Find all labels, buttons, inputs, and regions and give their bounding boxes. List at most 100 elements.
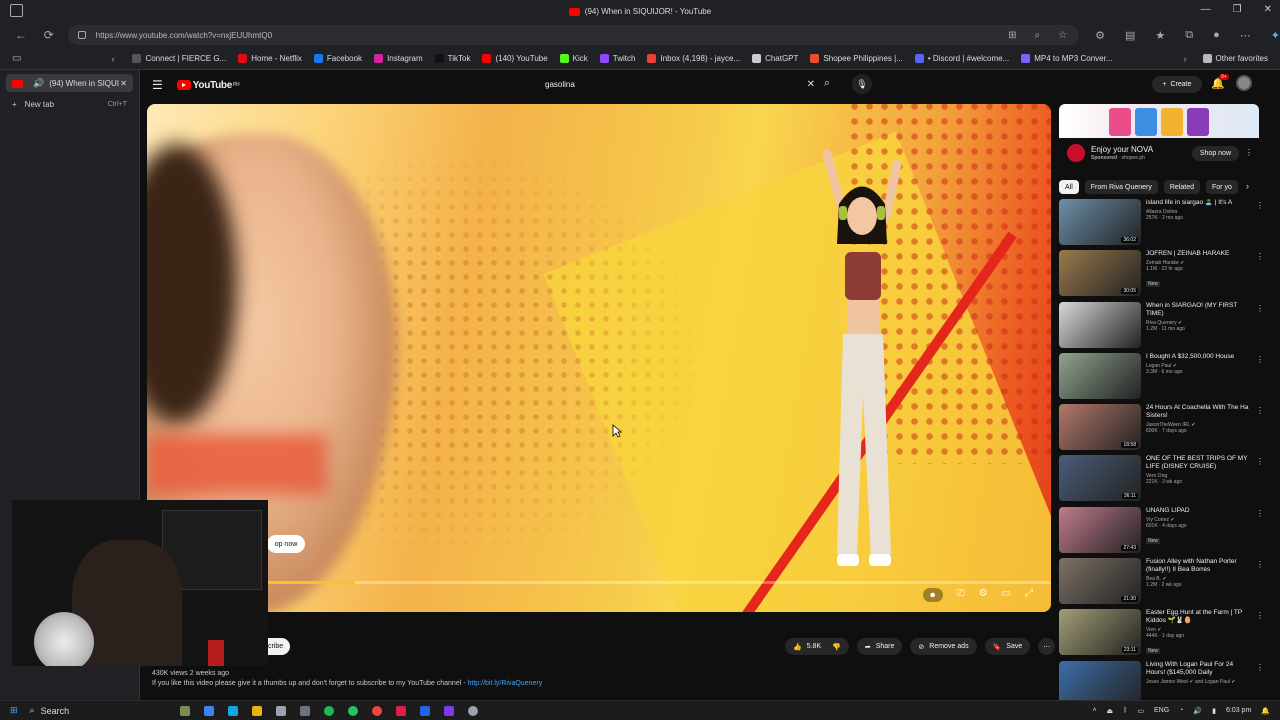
taskbar-search[interactable]: ⌕ Search: [30, 703, 150, 719]
bookmark-item[interactable]: TikTok: [434, 54, 470, 63]
windows-start-icon[interactable]: ⊞: [10, 705, 18, 716]
battery-status-icon[interactable]: ▮: [1212, 707, 1216, 715]
save-button[interactable]: 🔖 Save: [984, 638, 1031, 655]
video-thumbnail[interactable]: 36:02: [1059, 199, 1141, 245]
video-title[interactable]: I Bought A $32,500,000 House: [1146, 353, 1254, 361]
battery-icon[interactable]: ▭: [1137, 707, 1144, 715]
app-gray-icon[interactable]: [467, 705, 478, 716]
bookmark-item[interactable]: Facebook: [313, 54, 362, 63]
video-thumbnail[interactable]: [1059, 301, 1141, 348]
sponsored-ad-card[interactable]: Enjoy your NOVA Sponsored · shopee.ph Sh…: [1059, 104, 1259, 174]
video-thumbnail[interactable]: 21:30: [1059, 558, 1141, 605]
filter-chip[interactable]: All: [1059, 180, 1079, 194]
shop-now-overlay-button[interactable]: op now: [267, 535, 305, 553]
new-tab-button[interactable]: + New tab Ctrl+T: [6, 96, 133, 112]
favorites-icon[interactable]: ★: [1155, 29, 1165, 42]
ad-more-icon[interactable]: ⋮: [1245, 148, 1253, 157]
close-window-button[interactable]: ✕: [1264, 4, 1272, 15]
ad-shop-now-button[interactable]: Shop now: [1191, 145, 1239, 161]
recommended-video[interactable]: I Bought A $32,500,000 House Logan Paul ✔…: [1059, 352, 1264, 404]
maximize-button[interactable]: ❐: [1233, 4, 1242, 15]
video-more-icon[interactable]: ⋮: [1256, 509, 1264, 518]
video-more-icon[interactable]: ⋮: [1256, 663, 1264, 672]
url-text[interactable]: https://www.youtube.com/watch?v=nxjEUUhm…: [96, 31, 272, 40]
usb-icon[interactable]: ⏏: [1107, 707, 1114, 715]
language-indicator[interactable]: ENG: [1154, 707, 1169, 714]
app-purple-icon[interactable]: [443, 705, 454, 716]
settings-app-icon[interactable]: [299, 705, 310, 716]
bookmark-item[interactable]: Connect | FIERCE G...: [132, 54, 226, 63]
video-progress-bar[interactable]: [147, 581, 1051, 584]
hamburger-menu-icon[interactable]: ☰: [152, 78, 163, 92]
video-title[interactable]: ONE OF THE BEST TRIPS OF MY LIFE (DISNEY…: [1146, 455, 1254, 471]
store-icon[interactable]: [275, 705, 286, 716]
copilot-icon[interactable]: ✦: [1271, 29, 1280, 42]
address-bar[interactable]: https://www.youtube.com/watch?v=nxjEUUhm…: [67, 25, 1080, 45]
video-title[interactable]: JOFREN | ZEINAB HARAKE: [1146, 250, 1254, 258]
video-title[interactable]: Easter Egg Hunt at the Farm | TP Kiddos …: [1146, 609, 1254, 625]
tab-active[interactable]: 🔊 (94) When in SIQUI ✕: [6, 74, 133, 92]
like-button[interactable]: 👍 5.8K 👎: [785, 638, 849, 655]
refresh-icon[interactable]: ⟳: [42, 28, 56, 42]
bookmark-item[interactable]: Kick: [559, 54, 588, 63]
recommended-video[interactable]: 18:58 24 Hours At Coachella With The Ha S…: [1059, 404, 1264, 455]
minimize-button[interactable]: —: [1201, 4, 1211, 15]
search-icon[interactable]: ⌕: [824, 77, 830, 90]
bookmark-item[interactable]: Inbox (4,198) - jayce...: [647, 54, 740, 63]
chips-next-icon[interactable]: ›: [1246, 181, 1249, 191]
zoom-icon[interactable]: ⌕: [1035, 30, 1041, 41]
bookmark-item[interactable]: (140) YouTube: [482, 54, 548, 63]
spotify-icon[interactable]: [323, 705, 334, 716]
more-actions-button[interactable]: ⋯: [1038, 638, 1056, 655]
video-more-icon[interactable]: ⋮: [1256, 611, 1264, 620]
recommended-video[interactable]: 36:11 ONE OF THE BEST TRIPS OF MY LIFE (D…: [1059, 455, 1264, 506]
autoplay-toggle-icon[interactable]: ⏺: [922, 588, 943, 602]
video-title[interactable]: Fusion Alley with Nathan Porter (finally…: [1146, 558, 1254, 574]
clock[interactable]: 6:03 pm: [1226, 707, 1251, 714]
video-thumbnail[interactable]: [1059, 352, 1141, 399]
bookmark-item[interactable]: Instagram: [374, 54, 423, 63]
edge-browser-icon[interactable]: [227, 705, 238, 716]
subtitles-icon[interactable]: ⎚: [957, 588, 965, 602]
video-more-icon[interactable]: ⋮: [1256, 304, 1264, 313]
video-title[interactable]: When in SIARGAO! (MY FIRST TIME): [1146, 302, 1254, 318]
video-more-icon[interactable]: ⋮: [1256, 560, 1264, 569]
video-description[interactable]: 430K views 2 weeks ago If you like this …: [152, 669, 542, 689]
filter-chip[interactable]: From Riva Quenery: [1084, 180, 1158, 194]
bookmark-item[interactable]: ChatGPT: [752, 54, 798, 63]
video-more-icon[interactable]: ⋮: [1256, 406, 1264, 415]
recommended-video[interactable]: 36:02 island life in siargao 🏝️ | It's AA…: [1059, 199, 1264, 250]
subscribe-button[interactable]: cribe: [268, 638, 290, 655]
video-thumbnail[interactable]: 36:11: [1059, 455, 1141, 502]
notifications-icon[interactable]: 🔔: [1261, 707, 1270, 715]
back-icon[interactable]: ←: [14, 28, 28, 42]
file-explorer-icon[interactable]: [251, 705, 262, 716]
thumbs-down-icon[interactable]: 👎: [832, 643, 841, 651]
settings-gear-icon[interactable]: ⚙: [979, 588, 988, 602]
bookmark-item[interactable]: Twitch: [599, 54, 635, 63]
video-thumbnail[interactable]: 27:43: [1059, 506, 1141, 553]
speaker-icon[interactable]: 🔊: [33, 78, 44, 89]
taskbar-app-icon[interactable]: [203, 705, 214, 716]
bookmarks-scroll-right-icon[interactable]: ›: [1184, 54, 1187, 64]
bookmark-item[interactable]: Home - Netflix: [238, 54, 302, 63]
video-title[interactable]: Living With Logan Paul For 24 Hours! ($1…: [1146, 661, 1254, 677]
recommended-video[interactable]: 30:05 JOFREN | ZEINAB HARAKE Zeinab Harake…: [1059, 250, 1264, 301]
video-more-icon[interactable]: ⋮: [1256, 457, 1264, 466]
search-input[interactable]: gasolina ✕: [545, 75, 815, 94]
video-thumbnail[interactable]: 30:05: [1059, 250, 1141, 297]
create-button[interactable]: + Create: [1152, 76, 1202, 93]
recommended-video[interactable]: 21:30 Fusion Alley with Nathan Porter (fi…: [1059, 558, 1264, 609]
app-grid-icon[interactable]: ⊞: [1008, 30, 1016, 41]
app-red-icon[interactable]: [371, 705, 382, 716]
microphone-icon[interactable]: 🎙: [852, 74, 872, 94]
video-more-icon[interactable]: ⋮: [1256, 252, 1264, 261]
video-title[interactable]: 24 Hours At Coachella With The Ha Sister…: [1146, 404, 1254, 420]
recommended-video[interactable]: When in SIARGAO! (MY FIRST TIME) Riva Que…: [1059, 301, 1264, 353]
clear-search-icon[interactable]: ✕: [807, 79, 815, 90]
video-player[interactable]: op now ⏺ ⎚ ⚙ ▭ ⤢: [147, 104, 1051, 612]
collections-icon[interactable]: ⧉: [1185, 29, 1193, 42]
app-green-icon[interactable]: [347, 705, 358, 716]
search-query[interactable]: gasolina: [545, 80, 575, 89]
bookmark-item[interactable]: Shopee Philippines |...: [810, 54, 903, 63]
